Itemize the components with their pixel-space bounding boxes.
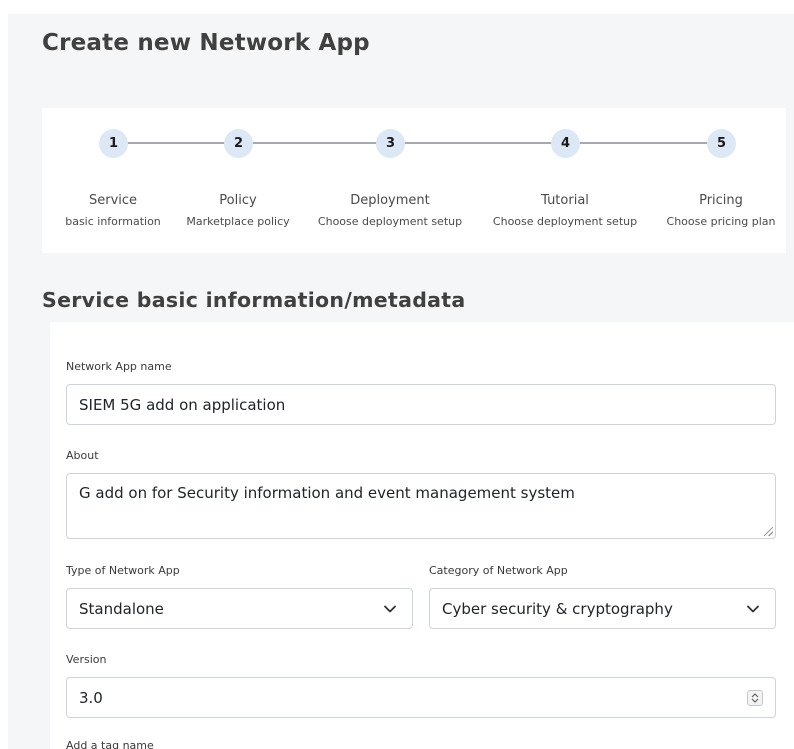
step-5-circle[interactable]: 5 <box>707 129 736 158</box>
category-label: Category of Network App <box>429 564 568 577</box>
type-select-value: Standalone <box>79 599 164 618</box>
tag-label: Add a tag name <box>66 739 154 749</box>
network-app-name-value: SIEM 5G add on application <box>79 395 286 414</box>
category-select-value: Cyber security & cryptography <box>442 599 673 618</box>
step-4-circle[interactable]: 4 <box>551 129 580 158</box>
page-title: Create new Network App <box>42 30 370 56</box>
name-label: Network App name <box>66 360 172 373</box>
number-spinner-icon[interactable] <box>747 690 763 706</box>
step-5-subtitle: Choose pricing plan <box>666 215 776 228</box>
version-value: 3.0 <box>79 688 103 707</box>
step-3-subtitle: Choose deployment setup <box>317 215 463 228</box>
chevron-down-icon <box>743 599 763 619</box>
step-1-subtitle: basic information <box>65 215 161 228</box>
step-4-title: Tutorial <box>541 193 589 208</box>
step-2-circle[interactable]: 2 <box>224 129 253 158</box>
type-label: Type of Network App <box>66 564 180 577</box>
step-1-title: Service <box>88 193 138 208</box>
type-select[interactable]: Standalone <box>66 588 413 629</box>
about-value: G add on for Security information and ev… <box>79 484 575 502</box>
resize-handle-icon[interactable] <box>764 527 773 536</box>
step-3-circle[interactable]: 3 <box>376 129 405 158</box>
step-connector <box>113 142 238 144</box>
step-connector <box>565 142 721 144</box>
stepper-card <box>42 108 786 253</box>
step-2-subtitle: Marketplace policy <box>186 215 290 228</box>
version-label: Version <box>66 653 107 666</box>
step-2-title: Policy <box>219 193 257 208</box>
version-input[interactable]: 3.0 <box>66 677 776 718</box>
about-textarea[interactable]: G add on for Security information and ev… <box>66 473 776 539</box>
step-connector <box>238 142 390 144</box>
step-connector <box>390 142 565 144</box>
section-title: Service basic information/metadata <box>42 288 466 312</box>
step-1-circle[interactable]: 1 <box>99 129 128 158</box>
chevron-down-icon <box>380 599 400 619</box>
step-3-title: Deployment <box>350 193 430 208</box>
category-select[interactable]: Cyber security & cryptography <box>429 588 776 629</box>
step-4-subtitle: Choose deployment setup <box>492 215 638 228</box>
about-label: About <box>66 449 99 462</box>
step-5-title: Pricing <box>699 193 743 208</box>
network-app-name-input[interactable]: SIEM 5G add on application <box>66 384 776 425</box>
